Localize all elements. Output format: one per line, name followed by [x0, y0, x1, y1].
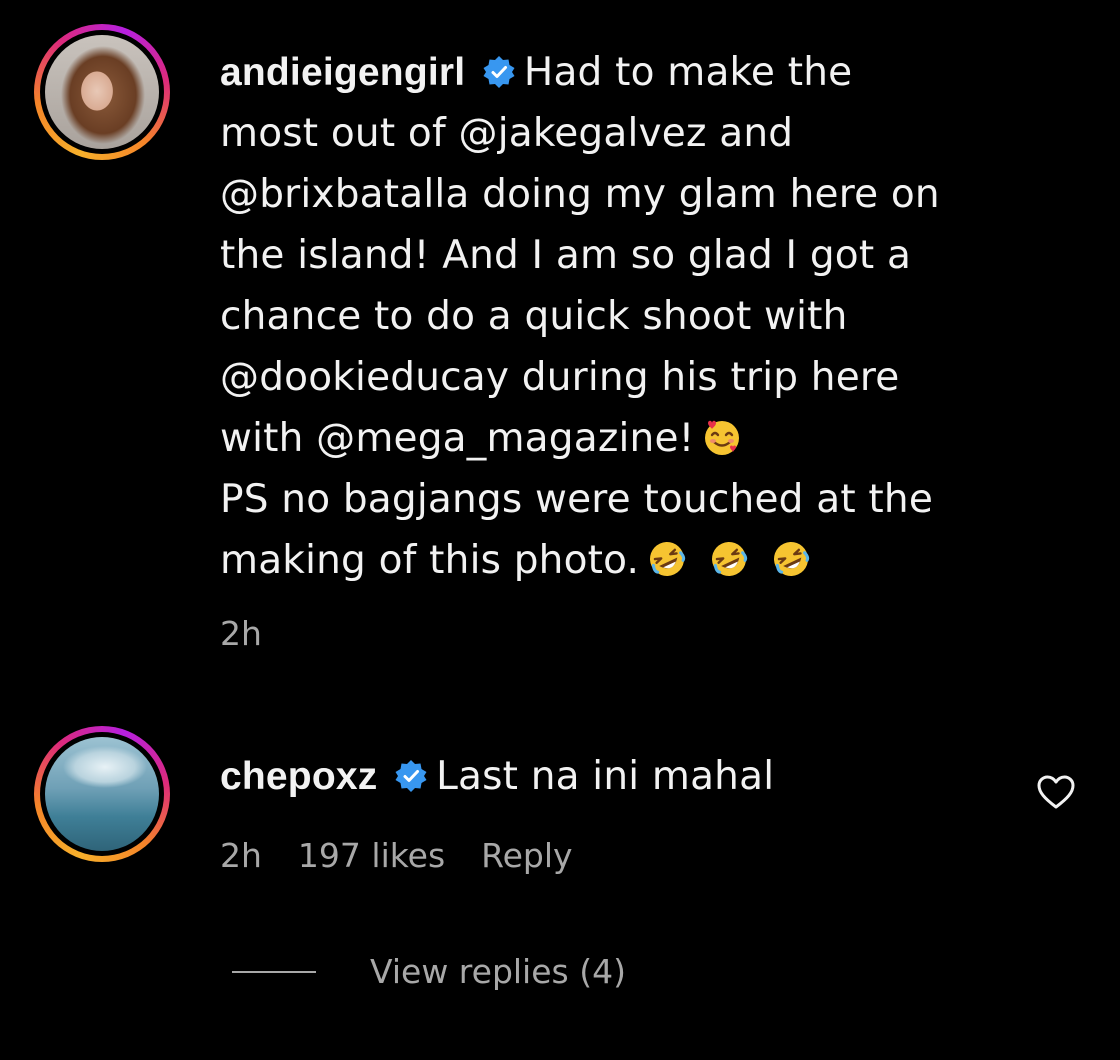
- comment-line: making of this photo.: [220, 538, 640, 583]
- smiling-face-with-hearts-icon: [705, 420, 740, 455]
- comment-line: chance to do a quick shoot with: [220, 294, 848, 339]
- reply-button[interactable]: Reply: [481, 836, 572, 875]
- comment-line: with @mega_magazine!: [220, 416, 695, 461]
- verified-badge-icon: [395, 759, 427, 792]
- verified-badge-icon: [483, 55, 515, 88]
- rolling-on-floor-laughing-icon: [774, 542, 810, 576]
- comment-line: @brixbatalla doing my glam here on: [220, 172, 940, 217]
- comment-text: Last na ini mahal: [436, 754, 775, 799]
- comment-time: 2h: [220, 614, 262, 653]
- username-andieigengirl[interactable]: andieigengirl: [220, 51, 465, 94]
- comment-meta-2: 2h 197 likes Reply: [220, 836, 609, 875]
- avatar-andieigengirl[interactable]: [34, 24, 170, 160]
- comment-line: the island! And I am so glad I got a: [220, 233, 912, 278]
- rolling-on-floor-laughing-icon: [650, 542, 686, 576]
- likes-count[interactable]: 197 likes: [298, 836, 445, 875]
- comment-body-1: andieigengirl Had to make the most out o…: [220, 42, 1060, 591]
- avatar-image: [45, 35, 159, 149]
- comment-body-2: chepoxz Last na ini mahal: [220, 746, 1060, 807]
- comment-line: PS no bagjangs were touched at the: [220, 477, 934, 522]
- view-replies-label[interactable]: View replies (4): [370, 952, 626, 991]
- avatar-gap: [40, 732, 164, 856]
- heart-icon[interactable]: [1036, 774, 1076, 810]
- view-replies-button[interactable]: View replies (4): [232, 952, 626, 991]
- username-chepoxz[interactable]: chepoxz: [220, 755, 377, 798]
- comment-line: @dookieducay during his trip here: [220, 355, 900, 400]
- avatar-image: [45, 737, 159, 851]
- comment-line: Had to make the: [523, 50, 853, 95]
- avatar-gap: [40, 30, 164, 154]
- comment-meta-1: 2h: [220, 614, 298, 653]
- comment-time: 2h: [220, 836, 262, 875]
- avatar-chepoxz[interactable]: [34, 726, 170, 862]
- divider-line: [232, 970, 316, 973]
- comment-line: most out of @jakegalvez and: [220, 111, 794, 156]
- rolling-on-floor-laughing-icon: [712, 542, 748, 576]
